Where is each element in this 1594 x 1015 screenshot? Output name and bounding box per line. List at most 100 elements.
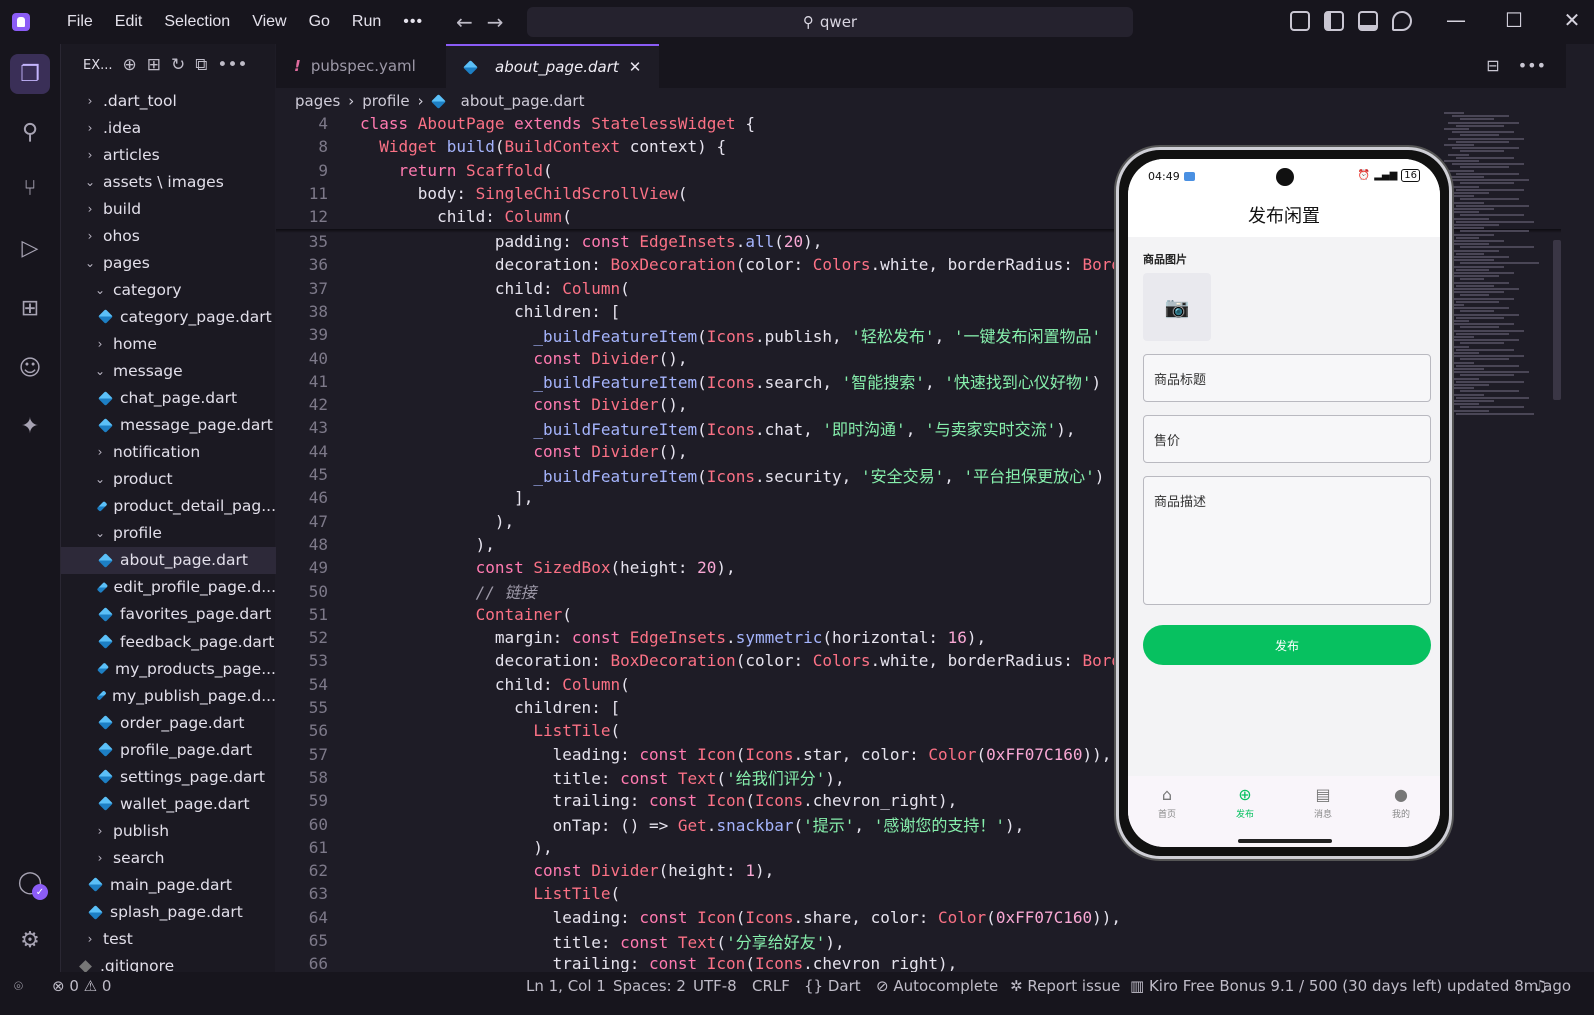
tree-folder[interactable]: › notification [61, 439, 276, 466]
tree-file[interactable]: about_page.dart [61, 546, 276, 574]
menu-view[interactable]: View [241, 13, 297, 31]
editor-more-icon[interactable]: ••• [1518, 56, 1546, 75]
tree-file[interactable]: product_detail_pag... [61, 493, 276, 520]
forward-arrow-icon[interactable]: → [487, 10, 504, 34]
report-issue-status[interactable]: ✲ Report issue [1010, 977, 1120, 995]
collapse-all-icon[interactable]: ⧉ [195, 55, 207, 75]
tree-file[interactable]: settings_page.dart [61, 763, 276, 790]
close-window-icon[interactable]: ✕ [1558, 8, 1586, 32]
nav-messages[interactable]: ▤ 消息 [1284, 776, 1362, 847]
menu-file[interactable]: File [56, 13, 104, 31]
explorer-more-icon[interactable]: ••• [217, 55, 247, 75]
menu-run[interactable]: Run [341, 13, 392, 31]
tree-file[interactable]: my_products_page... [61, 655, 276, 682]
new-file-icon[interactable]: ⊕ [123, 55, 137, 75]
source-control-icon[interactable]: ⑂ [10, 168, 50, 208]
new-folder-icon[interactable]: ⊞ [147, 55, 161, 75]
tree-folder[interactable]: ⌄ assets \ images [61, 168, 276, 195]
tree-file[interactable]: feedback_page.dart [61, 628, 276, 655]
tree-folder[interactable]: › test [61, 926, 276, 953]
search-view-icon[interactable]: ⚲ [10, 112, 50, 152]
extensions-icon[interactable]: ⊞ [10, 288, 50, 328]
price-input[interactable]: 售价 [1143, 415, 1431, 463]
notifications-bell-icon[interactable]: ♫ [1534, 977, 1547, 995]
account-icon[interactable]: ◯ ✓ [10, 862, 50, 902]
nav-label: 我的 [1391, 810, 1410, 820]
publish-button[interactable]: 发布 [1143, 625, 1431, 665]
minimap-line [1456, 124, 1504, 127]
tree-file[interactable]: order_page.dart [61, 709, 276, 736]
code-token: Icons [706, 466, 755, 486]
editor-scrollbar[interactable] [1553, 240, 1561, 400]
maximize-icon[interactable]: ☐ [1500, 8, 1528, 32]
add-photo-button[interactable]: 📷 [1143, 273, 1211, 341]
tree-file[interactable]: splash_page.dart [61, 899, 276, 926]
tree-folder[interactable]: › articles [61, 141, 276, 168]
tab-pubspec[interactable]: ! pubspec.yaml [276, 44, 446, 88]
remote-icon[interactable]: ✦ [10, 406, 50, 446]
tree-folder[interactable]: ⌄ category [61, 276, 276, 303]
tree-folder[interactable]: › .idea [61, 114, 276, 141]
minimap-line [1460, 198, 1519, 201]
settings-gear-icon[interactable]: ⚙ [10, 920, 50, 960]
tree-file[interactable]: category_page.dart [61, 303, 276, 330]
tree-file[interactable]: message_page.dart [61, 412, 276, 439]
tree-folder[interactable]: › .dart_tool [61, 87, 276, 114]
breadcrumb-pages[interactable]: pages [295, 92, 340, 110]
menu-go[interactable]: Go [298, 13, 341, 31]
description-input[interactable]: 商品描述 [1143, 476, 1431, 605]
nav-profile[interactable]: ● 我的 [1362, 776, 1440, 847]
tree-folder[interactable]: ⌄ product [61, 466, 276, 493]
menu-selection[interactable]: Selection [153, 13, 241, 31]
remote-status-icon[interactable]: ⌾ [14, 977, 23, 995]
toggle-panel-icon[interactable] [1358, 11, 1378, 31]
menu-edit[interactable]: Edit [104, 13, 154, 31]
command-search-box[interactable]: ⚲ qwer [527, 7, 1133, 37]
tree-file[interactable]: chat_page.dart [61, 385, 276, 412]
nav-home[interactable]: ⌂ 首页 [1128, 776, 1206, 847]
toggle-sidebar-icon[interactable] [1324, 11, 1344, 31]
customize-layout-icon[interactable] [1290, 11, 1310, 31]
tree-folder[interactable]: ⌄ profile [61, 520, 276, 547]
chat-icon[interactable] [1392, 11, 1412, 31]
tree-folder[interactable]: ⌄ pages [61, 249, 276, 276]
split-editor-icon[interactable]: ⊟ [1486, 56, 1499, 75]
kiro-ghost-icon[interactable]: ☺ [10, 348, 50, 388]
language-status[interactable]: {} Dart [804, 977, 861, 995]
bonus-status[interactable]: ▥ Kiro Free Bonus 9.1 / 500 (30 days lef… [1130, 977, 1571, 995]
autocomplete-status[interactable]: ⊘ Autocomplete [876, 977, 998, 995]
refresh-icon[interactable]: ↻ [171, 55, 185, 75]
run-debug-icon[interactable]: ▷ [10, 228, 50, 268]
menu-more-button[interactable]: ••• [392, 13, 434, 31]
tree-folder[interactable]: › build [61, 195, 276, 222]
encoding-status[interactable]: UTF-8 [693, 977, 737, 995]
tree-folder[interactable]: › home [61, 330, 276, 357]
title-input[interactable]: 商品标题 [1143, 354, 1431, 402]
problems-status[interactable]: ⊗ 0 ⚠ 0 [52, 977, 111, 995]
minimap[interactable] [1440, 112, 1550, 422]
tree-file[interactable]: main_page.dart [61, 871, 276, 898]
tree-file[interactable]: my_publish_page.d... [61, 682, 276, 709]
tree-file[interactable]: profile_page.dart [61, 736, 276, 763]
breadcrumb-file[interactable]: about_page.dart [461, 92, 585, 110]
tree-file[interactable]: edit_profile_page.d... [61, 574, 276, 601]
breadcrumb-profile[interactable]: profile [362, 92, 409, 110]
tree-folder[interactable]: › search [61, 844, 276, 871]
indentation-status[interactable]: Spaces: 2 [613, 977, 686, 995]
tab-about-page[interactable]: about_page.dart ✕ [446, 44, 660, 88]
tree-folder[interactable]: › ohos [61, 222, 276, 249]
add-photo-icon: 📷 [1164, 295, 1190, 319]
eol-status[interactable]: CRLF [752, 977, 790, 995]
tree-folder[interactable]: › publish [61, 817, 276, 844]
minimize-icon[interactable]: — [1442, 8, 1470, 32]
tree-file[interactable]: wallet_page.dart [61, 790, 276, 817]
tree-file[interactable]: favorites_page.dart [61, 601, 276, 628]
close-tab-icon[interactable]: ✕ [629, 58, 642, 76]
nav-publish[interactable]: ⊕ 发布 [1206, 776, 1284, 847]
code-token: const [571, 628, 630, 648]
line-number: 39 [308, 325, 328, 345]
explorer-icon[interactable]: ❐ [10, 54, 50, 94]
cursor-position[interactable]: Ln 1, Col 1 [526, 977, 606, 995]
back-arrow-icon[interactable]: ← [456, 10, 473, 34]
tree-folder[interactable]: ⌄ message [61, 358, 276, 385]
